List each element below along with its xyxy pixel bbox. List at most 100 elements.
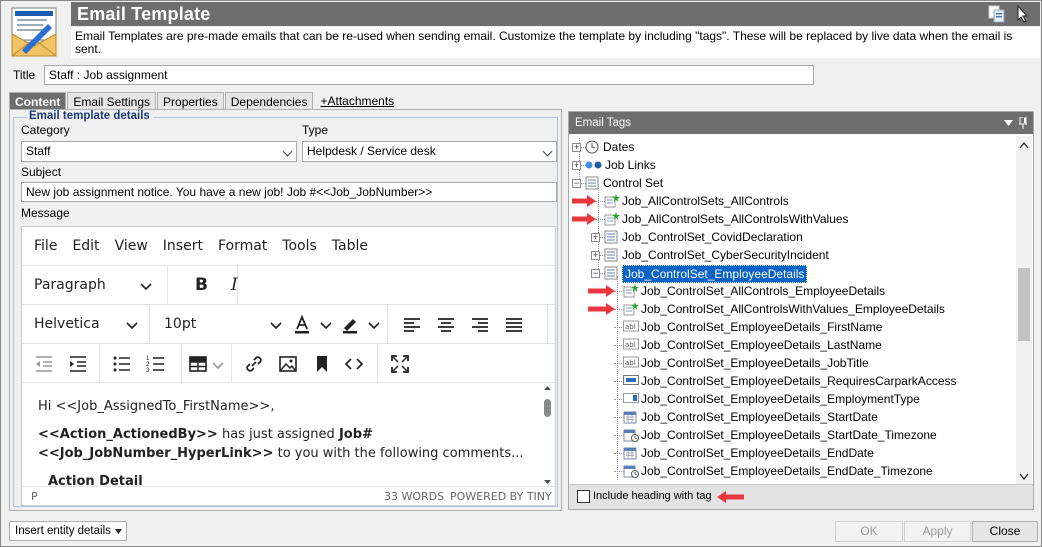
text-field-icon: abl	[623, 356, 639, 370]
text-color-icon[interactable]	[292, 314, 312, 334]
image-icon[interactable]	[278, 354, 298, 374]
italic-icon[interactable]: I	[231, 275, 238, 295]
menu-format[interactable]: Format	[218, 238, 267, 254]
tree-node[interactable]: Job_AllControlSets_AllControls	[572, 192, 1016, 210]
pin-icon[interactable]	[1019, 117, 1027, 129]
expand-icon[interactable]: +	[591, 233, 600, 242]
align-left-icon[interactable]	[402, 315, 422, 335]
tree-node-label: Job_AllControlSets_AllControls	[622, 194, 789, 208]
expand-icon[interactable]: +	[572, 161, 581, 170]
attachments-link[interactable]: +Attachments	[314, 92, 399, 110]
align-justify-icon[interactable]	[504, 315, 524, 335]
tree-node[interactable]: Job_AllControlSets_AllControlsWithValues	[572, 210, 1016, 228]
tab-email-settings[interactable]: Email Settings	[67, 92, 157, 110]
expand-icon[interactable]: +	[572, 143, 581, 152]
tree-node[interactable]: + Dates	[572, 138, 1016, 156]
menu-file[interactable]: File	[34, 238, 57, 254]
tab-dependencies[interactable]: Dependencies	[224, 92, 314, 110]
numbered-list-icon[interactable]: 123	[146, 354, 166, 374]
collapse-icon[interactable]: −	[591, 269, 600, 278]
title-label: Title	[13, 68, 36, 82]
email-tags-panel: Email Tags + Dates + Job Links − Control Set J…	[568, 111, 1034, 510]
block-format-select[interactable]: Paragraph	[22, 266, 168, 305]
tree-node[interactable]: abl Job_ControlSet_EmployeeDetails_FirstN…	[572, 318, 1016, 336]
fullscreen-icon[interactable]	[390, 354, 410, 374]
tree-node-label: Job Links	[605, 158, 656, 172]
align-right-icon[interactable]	[470, 315, 490, 335]
tree-node-label: Job_ControlSet_EmployeeDetails_FirstName	[641, 320, 883, 334]
bookmark-icon[interactable]	[312, 354, 332, 374]
align-center-icon[interactable]	[436, 315, 456, 335]
font-family-select[interactable]: Helvetica	[22, 305, 150, 344]
chevron-down-icon[interactable]	[208, 356, 228, 376]
close-button[interactable]: Close	[972, 521, 1038, 542]
bullet-list-icon[interactable]	[112, 354, 132, 374]
rich-text-editor: File Edit View Insert Format Tools Table…	[21, 226, 556, 506]
menu-insert[interactable]: Insert	[163, 238, 203, 254]
tree-node[interactable]: Job_ControlSet_AllControlsWithValues_Emp…	[572, 300, 1016, 318]
indent-icon[interactable]	[68, 354, 88, 374]
tab-content[interactable]: Content	[9, 92, 67, 110]
editor-scrollbar[interactable]	[540, 383, 555, 487]
dropdown-arrow-icon[interactable]	[1004, 120, 1013, 126]
red-arrow-icon	[572, 195, 597, 207]
expand-icon[interactable]: +	[591, 251, 600, 260]
chevron-down-icon[interactable]	[364, 316, 384, 336]
tree-node[interactable]: − Job_ControlSet_EmployeeDetails	[572, 264, 1016, 283]
code-icon[interactable]	[344, 354, 364, 374]
tree-node-label: Job_ControlSet_CyberSecurityIncident	[622, 248, 829, 262]
category-value: Staff	[26, 144, 51, 158]
chevron-down-icon[interactable]	[316, 316, 336, 336]
apply-button[interactable]: Apply	[904, 521, 971, 542]
tree-node[interactable]: abl Job_ControlSet_EmployeeDetails_LastNa…	[572, 336, 1016, 354]
copy-icon[interactable]	[988, 5, 1006, 23]
tree-node[interactable]: + Job Links	[572, 156, 1016, 174]
insert-entity-dropdown[interactable]: Insert entity details	[9, 521, 127, 541]
bold-icon[interactable]: B	[195, 275, 208, 295]
link-icon[interactable]	[244, 354, 264, 374]
title-field[interactable]: Staff : Job assignment	[44, 65, 814, 85]
tree-node-label: Dates	[603, 140, 635, 154]
calendar-clock-icon	[623, 464, 639, 478]
editor-content[interactable]: Hi <<Job_AssignedTo_FirstName>>, <<Actio…	[22, 383, 542, 487]
outdent-icon[interactable]	[34, 354, 54, 374]
svg-text:abl: abl	[625, 359, 636, 367]
type-select[interactable]: Helpdesk / Service desk	[302, 141, 557, 162]
font-size-select[interactable]: 10pt	[150, 305, 284, 344]
tree-node[interactable]: Job_ControlSet_EmployeeDetails_StartDate…	[572, 426, 1016, 444]
text-field-icon: abl	[623, 320, 639, 334]
font-family-value: Helvetica	[34, 316, 100, 332]
clock-icon	[585, 140, 599, 154]
tree-node[interactable]: Job_ControlSet_EmployeeDetails_Employmen…	[572, 390, 1016, 408]
collapse-icon[interactable]: −	[572, 179, 581, 188]
tags-scrollbar[interactable]	[1016, 136, 1032, 486]
tree-node[interactable]: Job_ControlSet_EmployeeDetails_EndDate_T…	[572, 462, 1016, 480]
highlight-color-icon[interactable]	[340, 314, 360, 334]
toolbar-row-3: 123	[22, 344, 555, 383]
tree-node[interactable]: Job_ControlSet_EmployeeDetails_StartDate	[572, 408, 1016, 426]
tree-node[interactable]: Job_ControlSet_EmployeeDetails_RequiresC…	[572, 372, 1016, 390]
tab-properties[interactable]: Properties	[157, 92, 224, 110]
table-icon[interactable]	[188, 354, 208, 374]
tree-node[interactable]: + Job_ControlSet_CovidDeclaration	[572, 228, 1016, 246]
menu-edit[interactable]: Edit	[72, 238, 99, 254]
ok-button[interactable]: OK	[835, 521, 903, 542]
tree-node[interactable]: Job_ControlSet_EmployeeDetails_EndDate	[572, 444, 1016, 462]
tree-node[interactable]: + Job_ControlSet_CyberSecurityIncident	[572, 246, 1016, 264]
include-heading-checkbox[interactable]	[577, 490, 590, 503]
element-path[interactable]: P	[31, 490, 38, 503]
assignment-paragraph: <<Action_ActionedBy>> has just assigned …	[38, 425, 526, 463]
powered-by[interactable]: POWERED BY TINY	[450, 490, 552, 503]
menu-table[interactable]: Table	[332, 238, 368, 254]
tree-node[interactable]: abl Job_ControlSet_EmployeeDetails_JobTit…	[572, 354, 1016, 372]
tree-node[interactable]: Job_ControlSet_AllControls_EmployeeDetai…	[572, 282, 1016, 300]
subject-field[interactable]: New job assignment notice. You have a ne…	[21, 182, 557, 202]
menu-tools[interactable]: Tools	[282, 238, 317, 254]
category-select[interactable]: Staff	[21, 141, 297, 162]
menu-view[interactable]: View	[115, 238, 148, 254]
help-pointer-icon[interactable]	[1014, 4, 1032, 23]
tree-node[interactable]: − Control Set	[572, 174, 1016, 192]
header-description: Email Templates are pre-made emails that…	[71, 27, 1040, 58]
tree-node-label: Job_ControlSet_EmployeeDetails_JobTitle	[641, 356, 869, 370]
include-heading-label[interactable]: Include heading with tag	[593, 490, 712, 502]
